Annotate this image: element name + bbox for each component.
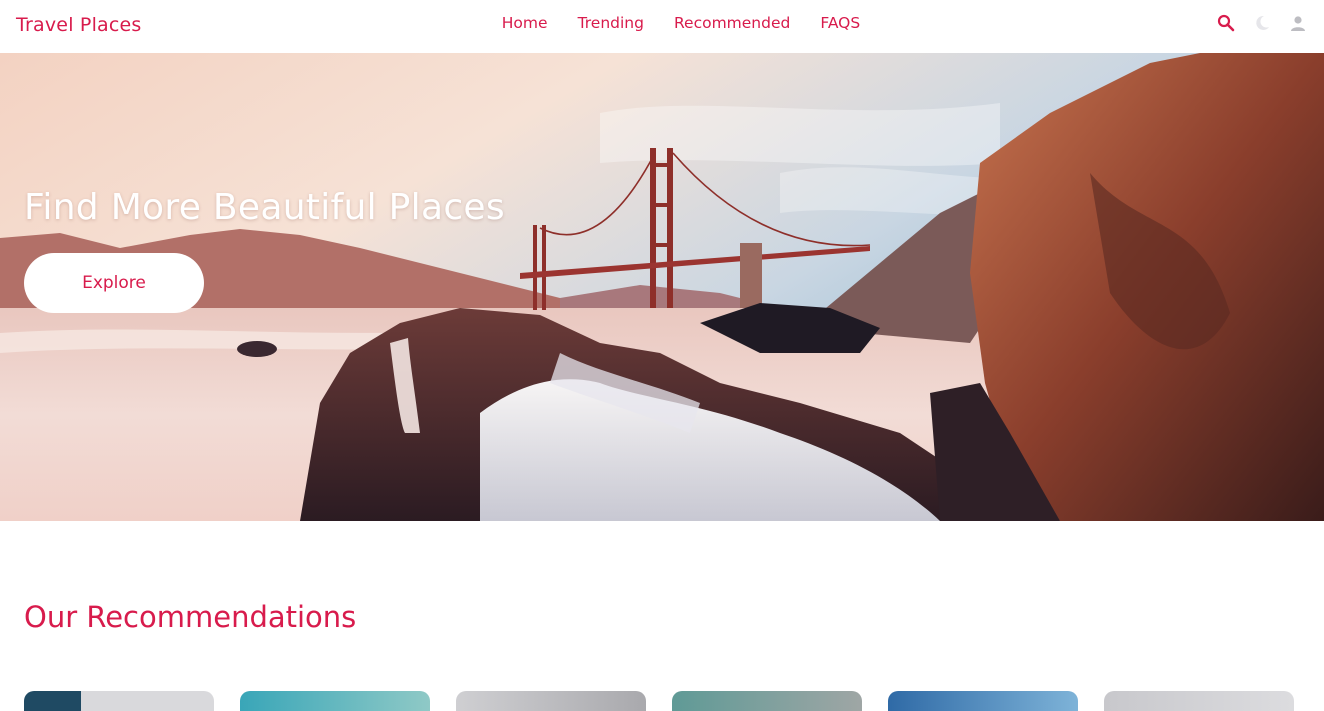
moon-icon[interactable] — [1252, 13, 1272, 33]
user-icon[interactable] — [1288, 13, 1308, 33]
recommendation-card[interactable] — [240, 691, 430, 711]
nav-link-trending[interactable]: Trending — [578, 14, 644, 32]
explore-button[interactable]: Explore — [24, 253, 204, 313]
recommendation-card[interactable] — [1104, 691, 1294, 711]
recommendation-card[interactable] — [456, 691, 646, 711]
nav-link-faqs[interactable]: FAQS — [820, 14, 860, 32]
nav-link-recommended[interactable]: Recommended — [674, 14, 790, 32]
search-icon[interactable] — [1216, 13, 1236, 33]
recommendation-card[interactable] — [888, 691, 1078, 711]
nav-icons — [1216, 13, 1308, 33]
recommendation-cards — [24, 691, 1324, 711]
nav-links: Home Trending Recommended FAQS — [0, 14, 1324, 32]
section-title-recommendations: Our Recommendations — [24, 600, 357, 634]
navbar: Travel Places Home Trending Recommended … — [0, 0, 1324, 53]
hero-banner: Find More Beautiful Places Explore — [0, 53, 1324, 521]
nav-link-home[interactable]: Home — [502, 14, 548, 32]
hero-title: Find More Beautiful Places — [24, 187, 505, 228]
recommendation-card[interactable] — [24, 691, 214, 711]
recommendation-card[interactable] — [672, 691, 862, 711]
